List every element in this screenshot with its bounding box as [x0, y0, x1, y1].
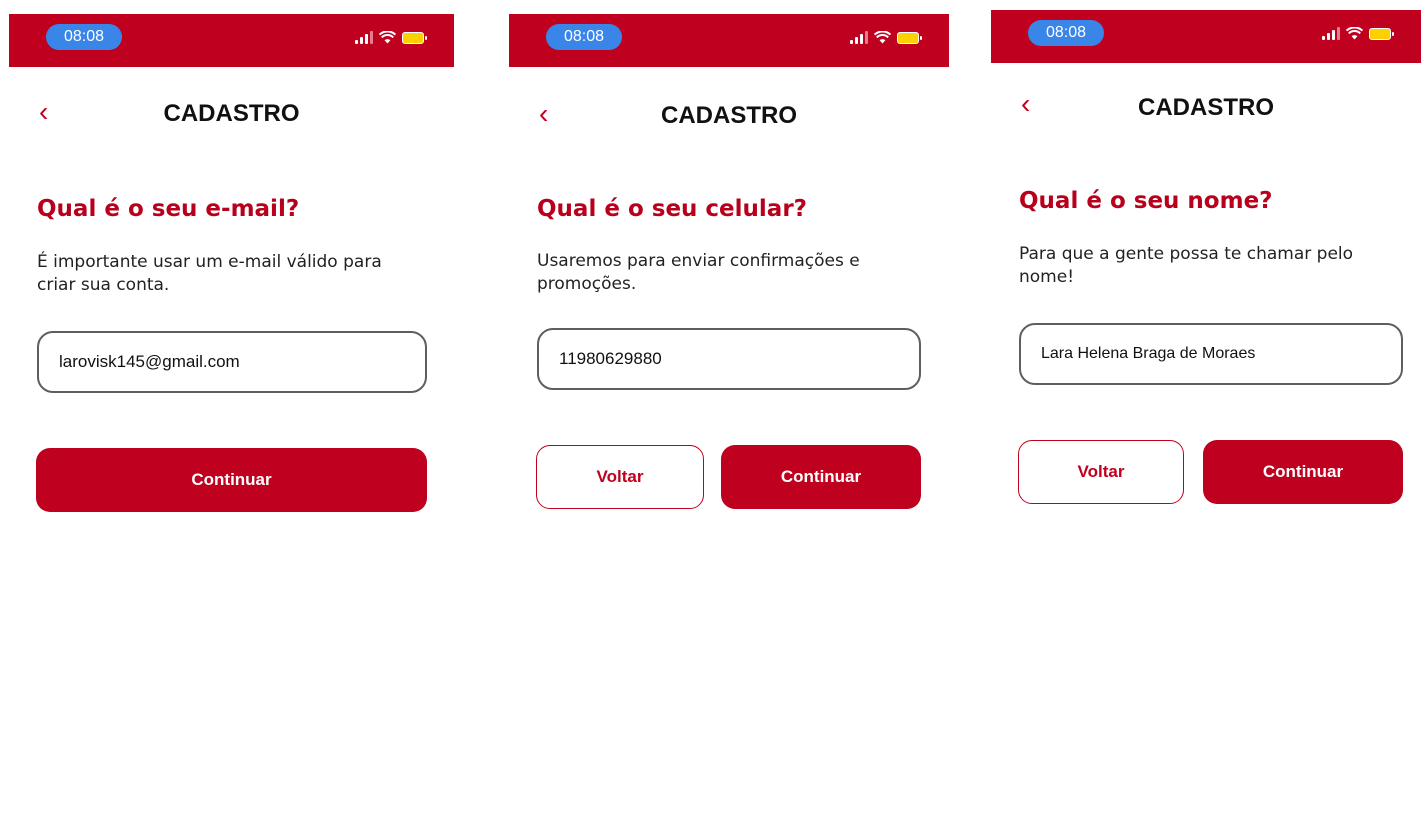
question-subtitle: É importante usar um e-mail válido para …	[37, 252, 382, 295]
page-title: CADASTRO	[661, 102, 797, 129]
continue-button[interactable]: Continuar	[36, 448, 427, 512]
continue-button[interactable]: Continuar	[721, 445, 921, 509]
signup-email-screen: 08:08 ‹ CADASTRO Qual é o seu e-mail? É …	[9, 14, 454, 814]
status-icons	[850, 31, 922, 44]
status-bar: 08:08	[991, 10, 1421, 63]
wifi-icon	[1346, 27, 1363, 40]
status-bar: 08:08	[9, 14, 454, 67]
page-title: CADASTRO	[1138, 94, 1274, 121]
continue-button[interactable]: Continuar	[1203, 440, 1403, 504]
question-heading: Qual é o seu nome?	[1019, 188, 1273, 214]
back-button[interactable]: Voltar	[1018, 440, 1184, 504]
cellular-signal-icon	[850, 31, 868, 44]
battery-icon	[1369, 27, 1394, 40]
cellular-signal-icon	[1322, 27, 1340, 40]
cellular-signal-icon	[355, 31, 373, 44]
status-icons	[355, 31, 427, 44]
question-heading: Qual é o seu celular?	[537, 196, 808, 222]
battery-icon	[402, 31, 427, 44]
signup-name-screen: 08:08 ‹ CADASTRO Qual é o seu nome? Para…	[991, 10, 1421, 810]
status-time: 08:08	[546, 24, 622, 50]
phone-input[interactable]: 11980629880	[537, 328, 921, 390]
page-title: CADASTRO	[163, 100, 300, 127]
signup-phone-screen: 08:08 ‹ CADASTRO Qual é o seu celular? U…	[509, 14, 949, 814]
status-time: 08:08	[1028, 20, 1104, 46]
status-time: 08:08	[46, 24, 122, 50]
wifi-icon	[874, 31, 891, 44]
name-input[interactable]: Lara Helena Braga de Moraes	[1019, 323, 1403, 385]
status-icons	[1322, 27, 1394, 40]
question-subtitle: Para que a gente possa te chamar pelo no…	[1019, 244, 1354, 287]
question-heading: Qual é o seu e-mail?	[37, 196, 300, 222]
battery-icon	[897, 31, 922, 44]
question-subtitle: Usaremos para enviar confirmações e prom…	[537, 251, 860, 294]
wifi-icon	[379, 31, 396, 44]
status-bar: 08:08	[509, 14, 949, 67]
back-button[interactable]: Voltar	[536, 445, 704, 509]
email-input[interactable]: larovisk145@gmail.com	[37, 331, 427, 393]
